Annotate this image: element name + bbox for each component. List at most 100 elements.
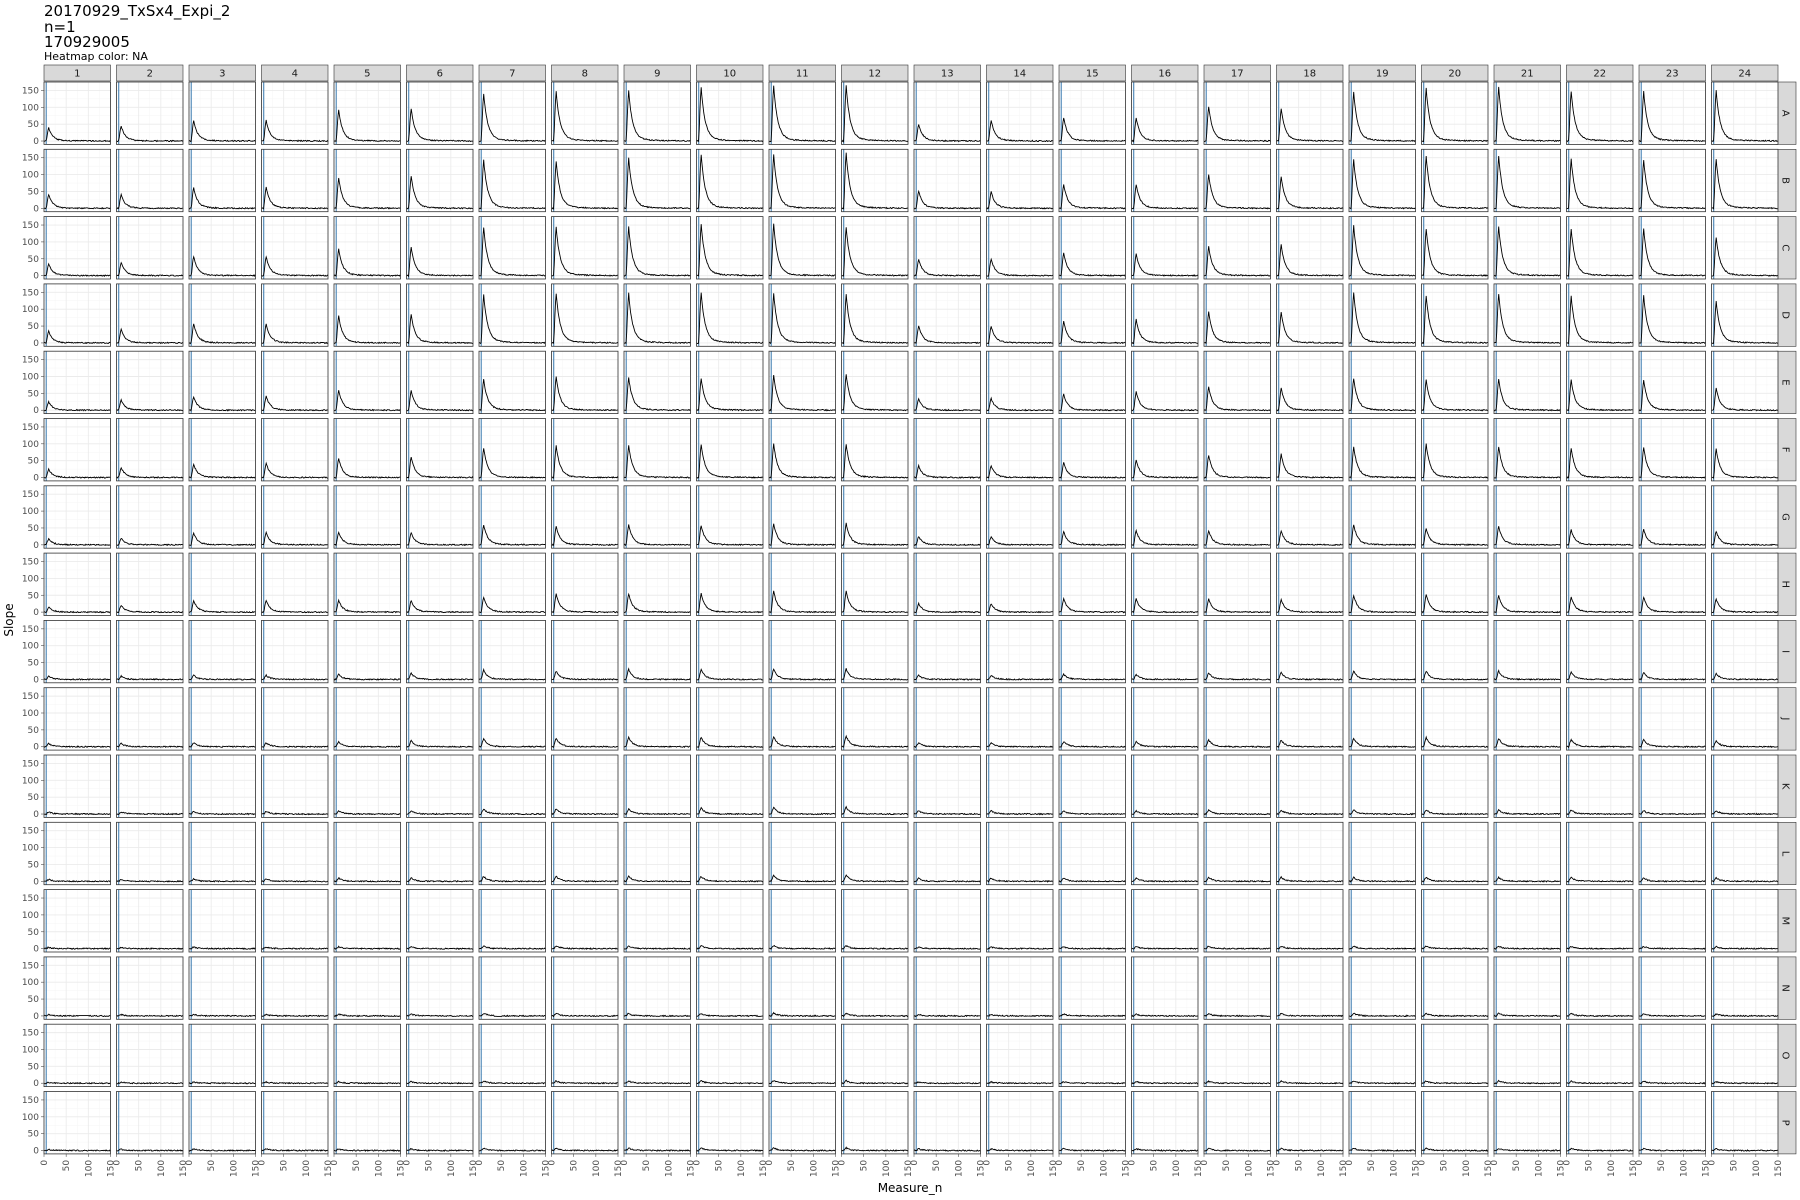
panel-E-9 bbox=[623, 350, 691, 415]
panel-K-10 bbox=[696, 754, 764, 818]
panel-E-6 bbox=[406, 350, 474, 415]
panel-G-7 bbox=[478, 485, 546, 549]
panel-E-12 bbox=[841, 350, 909, 415]
panel-G-9 bbox=[623, 485, 691, 549]
panel-B-7 bbox=[478, 148, 546, 213]
panel-C-2 bbox=[116, 216, 184, 280]
panel-J-8 bbox=[551, 687, 619, 751]
panel-J-19 bbox=[1348, 687, 1416, 751]
column-strip-label-23: 23 bbox=[1666, 69, 1679, 80]
panel-J-22 bbox=[1566, 687, 1634, 751]
panel-C-9 bbox=[623, 216, 691, 280]
panel-G-18 bbox=[1276, 485, 1344, 549]
panel-H-15 bbox=[1058, 552, 1126, 616]
panel-I-16 bbox=[1131, 620, 1199, 684]
panel-F-15 bbox=[1058, 418, 1126, 482]
panel-G-11 bbox=[768, 485, 836, 549]
panel-A-18 bbox=[1276, 81, 1344, 145]
panel-J-5 bbox=[333, 687, 401, 751]
row-strip-label-C: C bbox=[1780, 244, 1791, 251]
panel-A-19 bbox=[1348, 81, 1416, 145]
panel-H-6 bbox=[406, 552, 474, 616]
panel-E-7 bbox=[478, 350, 546, 415]
panel-C-1 bbox=[43, 216, 111, 280]
panel-A-7 bbox=[478, 81, 546, 145]
panel-A-6 bbox=[406, 81, 474, 145]
panel-D-10 bbox=[696, 283, 764, 347]
panel-F-14 bbox=[986, 418, 1054, 482]
panel-I-11 bbox=[768, 620, 836, 684]
panel-G-23 bbox=[1638, 485, 1706, 549]
column-strip-label-19: 19 bbox=[1376, 69, 1389, 80]
panel-A-4 bbox=[261, 81, 329, 145]
panel-J-21 bbox=[1493, 687, 1561, 751]
panel-C-15 bbox=[1058, 216, 1126, 280]
panel-C-18 bbox=[1276, 216, 1344, 280]
panel-E-11 bbox=[768, 350, 836, 415]
column-strip-label-2: 2 bbox=[147, 69, 153, 80]
panel-A-22 bbox=[1566, 81, 1634, 145]
panel-H-21 bbox=[1493, 552, 1561, 616]
panel-C-3 bbox=[188, 216, 256, 280]
panel-B-10 bbox=[696, 148, 764, 213]
panel-E-16 bbox=[1131, 350, 1199, 415]
row-strip-label-I: I bbox=[1780, 650, 1791, 653]
panel-E-23 bbox=[1638, 350, 1706, 415]
panel-J-12 bbox=[841, 687, 909, 751]
panel-D-12 bbox=[841, 283, 909, 347]
panel-F-7 bbox=[478, 418, 546, 482]
panel-B-6 bbox=[406, 148, 474, 213]
panel-J-7 bbox=[478, 687, 546, 751]
panel-F-2 bbox=[116, 418, 184, 482]
panel-C-19 bbox=[1348, 216, 1416, 280]
panel-G-14 bbox=[986, 485, 1054, 549]
panel-A-8 bbox=[551, 81, 619, 145]
panel-J-17 bbox=[1203, 687, 1271, 751]
panel-A-17 bbox=[1203, 81, 1271, 145]
panel-E-17 bbox=[1203, 350, 1271, 415]
panel-A-10 bbox=[696, 81, 764, 145]
column-strip-label-8: 8 bbox=[582, 69, 588, 80]
panel-E-24 bbox=[1711, 350, 1779, 415]
panel-G-3 bbox=[188, 485, 256, 549]
panel-B-17 bbox=[1203, 148, 1271, 213]
panel-I-17 bbox=[1203, 620, 1271, 684]
panel-G-19 bbox=[1348, 485, 1416, 549]
panel-J-13 bbox=[913, 687, 981, 751]
panel-I-20 bbox=[1421, 620, 1489, 684]
panel-I-14 bbox=[986, 620, 1054, 684]
panel-E-10 bbox=[696, 350, 764, 415]
panel-I-6 bbox=[406, 620, 474, 684]
panel-D-21 bbox=[1493, 283, 1561, 347]
panel-A-2 bbox=[116, 81, 184, 145]
panel-K-19 bbox=[1348, 754, 1416, 818]
panel-J-23 bbox=[1638, 687, 1706, 751]
column-strip-label-10: 10 bbox=[723, 69, 736, 80]
panel-K-13 bbox=[913, 754, 981, 818]
panel-J-24 bbox=[1711, 687, 1779, 751]
panel-J-18 bbox=[1276, 687, 1344, 751]
panel-I-3 bbox=[188, 620, 256, 684]
panel-G-20 bbox=[1421, 485, 1489, 549]
column-strip-label-7: 7 bbox=[509, 69, 515, 80]
panel-D-8 bbox=[551, 283, 619, 347]
panel-G-8 bbox=[551, 485, 619, 549]
panel-C-21 bbox=[1493, 216, 1561, 280]
panel-F-24 bbox=[1711, 418, 1779, 482]
panel-B-4 bbox=[261, 148, 329, 213]
panel-H-10 bbox=[696, 552, 764, 616]
panel-H-22 bbox=[1566, 552, 1634, 616]
panel-D-7 bbox=[478, 283, 546, 347]
panel-C-13 bbox=[913, 216, 981, 280]
panel-E-8 bbox=[551, 350, 619, 415]
row-strip-label-G: G bbox=[1780, 513, 1791, 521]
panel-D-18 bbox=[1276, 283, 1344, 347]
panel-H-13 bbox=[913, 552, 981, 616]
column-strip-label-5: 5 bbox=[364, 69, 370, 80]
panel-G-4 bbox=[261, 485, 329, 549]
panel-B-18 bbox=[1276, 148, 1344, 213]
panel-I-12 bbox=[841, 620, 909, 684]
panel-F-21 bbox=[1493, 418, 1561, 482]
panel-K-4 bbox=[261, 754, 329, 818]
panel-E-15 bbox=[1058, 350, 1126, 415]
